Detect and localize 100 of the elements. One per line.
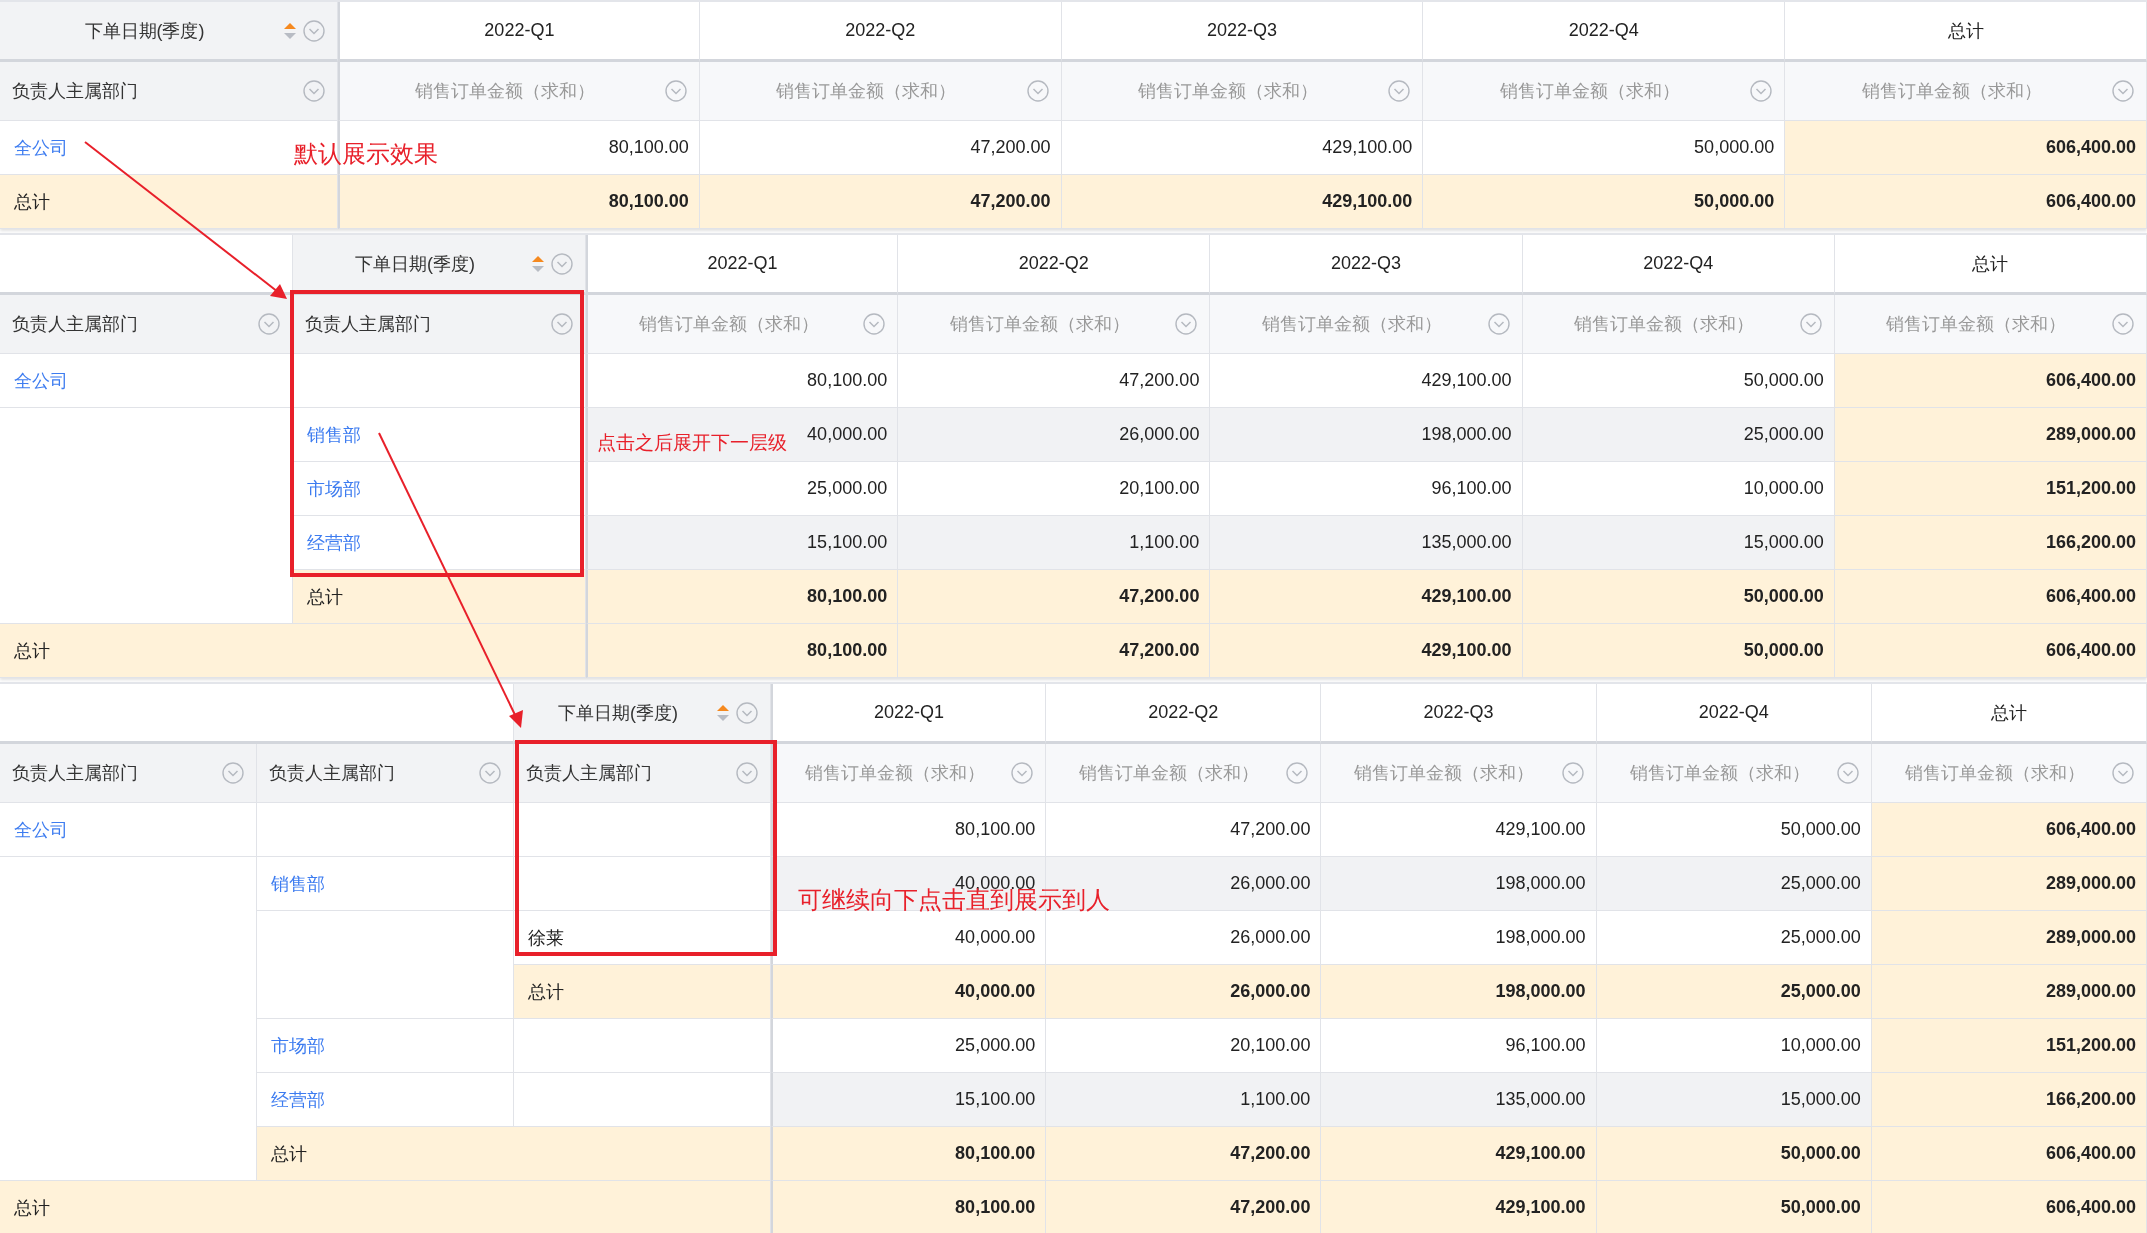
- measure-label: 销售订单金额（求和）: [804, 762, 987, 785]
- dropdown-icon[interactable]: [1388, 80, 1411, 102]
- total-label: 总计: [257, 1127, 771, 1181]
- dropdown-icon[interactable]: [2112, 80, 2134, 102]
- table-cell: 25,000.00: [1596, 857, 1872, 911]
- table-cell: 50,000.00: [1596, 1127, 1872, 1181]
- table-cell: 80,100.00: [586, 624, 899, 678]
- row-link[interactable]: 市场部: [271, 1033, 325, 1058]
- table-cell: 289,000.00: [1871, 965, 2147, 1019]
- dropdown-icon[interactable]: [222, 762, 244, 784]
- measure-label: 销售订单金额（求和）: [1078, 762, 1261, 785]
- dropdown-icon[interactable]: [664, 80, 687, 102]
- table-cell: 429,100.00: [1210, 570, 1523, 624]
- column-header: 2022-Q4: [1423, 2, 1786, 62]
- column-header: 2022-Q3: [1061, 2, 1424, 62]
- dropdown-icon[interactable]: [1750, 80, 1773, 102]
- row-link[interactable]: 销售部: [271, 871, 325, 896]
- dropdown-icon[interactable]: [2112, 762, 2134, 784]
- total-label: 总计: [0, 624, 586, 678]
- dropdown-icon[interactable]: [551, 252, 573, 275]
- total-label: 总计: [293, 570, 586, 624]
- sort-icon[interactable]: [283, 21, 297, 40]
- table-cell: 606,400.00: [1834, 354, 2147, 408]
- dimension-label: 负责人主属部门: [12, 80, 139, 103]
- table-cell: 47,200.00: [699, 121, 1062, 175]
- table-cell: 166,200.00: [1871, 1073, 2147, 1127]
- row-link[interactable]: 市场部: [307, 476, 361, 501]
- measure-label: 销售订单金额（求和）: [1628, 762, 1811, 785]
- table-cell: 80,100.00: [771, 1127, 1047, 1181]
- table-cell: 606,400.00: [1834, 624, 2147, 678]
- table-cell: 26,000.00: [1046, 965, 1322, 1019]
- table-cell: 80,100.00: [586, 570, 899, 624]
- table-cell: 429,100.00: [1061, 121, 1424, 175]
- table-cell: 429,100.00: [1061, 175, 1424, 229]
- column-header: 总计: [1785, 2, 2147, 62]
- table-cell: 20,100.00: [1046, 1019, 1322, 1073]
- column-header: 2022-Q4: [1596, 684, 1872, 744]
- table-cell: 606,400.00: [1871, 803, 2147, 857]
- dropdown-icon[interactable]: [479, 762, 501, 784]
- row-label: 徐莱: [528, 926, 564, 950]
- table-cell: 606,400.00: [1871, 1127, 2147, 1181]
- dropdown-icon[interactable]: [303, 80, 325, 102]
- column-header: 总计: [1871, 684, 2147, 744]
- dropdown-icon[interactable]: [1026, 80, 1049, 102]
- table-cell: 606,400.00: [1785, 175, 2147, 229]
- dropdown-icon[interactable]: [1836, 762, 1859, 784]
- table-cell: 606,400.00: [1785, 121, 2147, 175]
- table-cell: 289,000.00: [1871, 857, 2147, 911]
- dimension-label: 负责人主属部门: [12, 313, 139, 336]
- table-cell: 135,000.00: [1321, 1073, 1597, 1127]
- sort-icon[interactable]: [716, 703, 730, 722]
- table-cell: 47,200.00: [898, 624, 1211, 678]
- dropdown-icon[interactable]: [303, 19, 325, 42]
- dropdown-icon[interactable]: [1175, 313, 1198, 335]
- row-link[interactable]: 销售部: [307, 422, 361, 447]
- sort-icon[interactable]: [531, 254, 545, 273]
- table-cell: 429,100.00: [1210, 354, 1523, 408]
- column-header: 2022-Q4: [1522, 235, 1835, 295]
- dropdown-icon[interactable]: [2112, 313, 2134, 335]
- table-cell: 96,100.00: [1210, 462, 1523, 516]
- column-header: 2022-Q3: [1321, 684, 1597, 744]
- dropdown-icon[interactable]: [258, 313, 280, 335]
- dropdown-icon[interactable]: [1286, 762, 1309, 784]
- row-link[interactable]: 全公司: [14, 817, 68, 842]
- row-link[interactable]: 全公司: [14, 135, 68, 160]
- dropdown-icon[interactable]: [1487, 313, 1510, 335]
- dropdown-icon[interactable]: [1799, 313, 1822, 335]
- dropdown-icon[interactable]: [863, 313, 886, 335]
- table-cell: 50,000.00: [1596, 803, 1872, 857]
- table-cell: 151,200.00: [1871, 1019, 2147, 1073]
- table-cell: 198,000.00: [1321, 965, 1597, 1019]
- table-cell: 289,000.00: [1834, 408, 2147, 462]
- measure-label: 销售订单金额（求和）: [1573, 313, 1756, 336]
- dropdown-icon[interactable]: [1561, 762, 1584, 784]
- column-header: 2022-Q2: [699, 2, 1062, 62]
- measure-label: 销售订单金额（求和）: [775, 80, 958, 103]
- column-header: 2022-Q2: [898, 235, 1211, 295]
- table-cell: 429,100.00: [1210, 624, 1523, 678]
- dropdown-icon[interactable]: [551, 313, 573, 335]
- table-cell: 10,000.00: [1522, 462, 1835, 516]
- measure-label: 销售订单金额（求和）: [637, 313, 820, 336]
- table-cell: 26,000.00: [1046, 911, 1322, 965]
- row-link[interactable]: 全公司: [14, 368, 68, 393]
- table-cell: 47,200.00: [699, 175, 1062, 229]
- table-cell: 25,000.00: [771, 1019, 1047, 1073]
- row-link[interactable]: 经营部: [271, 1087, 325, 1112]
- row-link[interactable]: 经营部: [307, 530, 361, 555]
- measure-label: 销售订单金额（求和）: [1261, 313, 1443, 336]
- table-cell: 50,000.00: [1522, 570, 1835, 624]
- dropdown-icon[interactable]: [1011, 762, 1034, 784]
- table-cell: 15,000.00: [1596, 1073, 1872, 1127]
- table-cell: 151,200.00: [1834, 462, 2147, 516]
- dimension-label: 负责人主属部门: [269, 762, 396, 785]
- column-header: 2022-Q3: [1210, 235, 1523, 295]
- dropdown-icon[interactable]: [736, 701, 758, 724]
- table-cell: 198,000.00: [1321, 857, 1597, 911]
- dropdown-icon[interactable]: [736, 762, 758, 784]
- measure-label: 销售订单金额（求和）: [1903, 762, 2086, 785]
- table-cell: 429,100.00: [1321, 1181, 1597, 1233]
- dimension-label: 下单日期(季度): [83, 19, 206, 43]
